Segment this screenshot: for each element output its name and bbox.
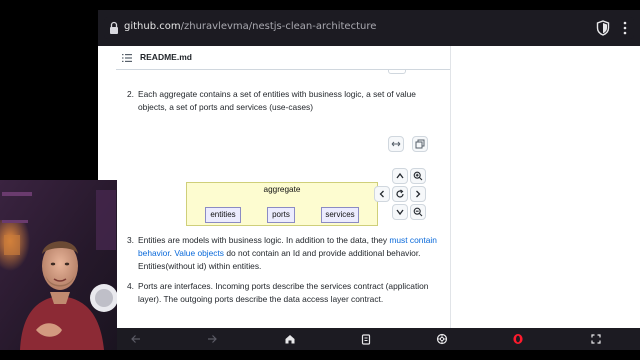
value-objects-link[interactable]: Value objects	[174, 248, 224, 258]
diagram-title: aggregate	[263, 185, 301, 194]
webcam-overlay	[0, 180, 117, 350]
web-page: README.md 2. Each aggregate contains a s…	[98, 46, 640, 328]
url-text: github.com/zhuravlevma/nestjs-clean-arch…	[124, 21, 376, 32]
zoom-in-icon	[413, 171, 423, 181]
settings-icon[interactable]	[436, 333, 448, 345]
readme-title: README.md	[140, 52, 192, 62]
pan-down-button[interactable]	[392, 204, 408, 220]
list-item: 2. Each aggregate contains a set of enti…	[127, 88, 438, 114]
pan-up-button[interactable]	[392, 168, 408, 184]
kebab-menu-icon[interactable]	[622, 20, 628, 36]
right-panel	[450, 46, 640, 328]
expand-icon	[391, 141, 401, 147]
screen: { "browser": { "url_host": "github.com",…	[0, 0, 640, 360]
services-box: services	[321, 207, 359, 223]
entities-box: entities	[205, 207, 241, 223]
chevron-up-icon	[396, 172, 404, 179]
zoom-out-button[interactable]	[410, 204, 426, 220]
copy-icon	[415, 139, 425, 149]
opera-icon[interactable]	[512, 333, 524, 345]
pan-right-button[interactable]	[410, 186, 426, 202]
shield-icon[interactable]	[596, 20, 610, 36]
zoom-out-icon	[413, 207, 423, 217]
pan-left-button[interactable]	[374, 186, 390, 202]
reset-icon	[396, 189, 404, 198]
zoom-in-button[interactable]	[410, 168, 426, 184]
list-number: 4.	[127, 281, 134, 291]
bottom-navigation	[98, 328, 640, 350]
list-number: 2.	[127, 89, 134, 99]
list-icon[interactable]	[122, 54, 132, 62]
fullscreen-icon[interactable]	[590, 333, 602, 345]
list-text-a: Entities are models with business logic.…	[138, 235, 390, 245]
list-item: 4. Ports are interfaces. Incoming ports …	[127, 280, 438, 306]
back-arrow-icon[interactable]	[130, 333, 142, 345]
presenter-video	[0, 180, 117, 350]
browser-window: github.com/zhuravlevma/nestjs-clean-arch…	[98, 10, 640, 350]
copy-button[interactable]	[412, 136, 428, 152]
url-path: /zhuravlevma/nestjs-clean-architecture	[180, 21, 377, 32]
forward-arrow-icon[interactable]	[206, 333, 218, 345]
aggregate-diagram: aggregate entities ports services	[186, 182, 378, 226]
list-item: 3. Entities are models with business log…	[127, 234, 438, 273]
chevron-down-icon	[396, 209, 404, 216]
reset-button[interactable]	[392, 186, 408, 202]
address-bar: github.com/zhuravlevma/nestjs-clean-arch…	[98, 10, 640, 46]
list-text: Each aggregate contains a set of entitie…	[138, 89, 416, 112]
url-host: github.com	[124, 21, 181, 32]
lock-icon	[110, 21, 118, 34]
readme-header: README.md	[116, 46, 450, 70]
home-icon[interactable]	[284, 333, 296, 345]
chevron-left-icon	[379, 190, 384, 198]
tabs-icon[interactable]	[360, 333, 372, 345]
collapsed-control	[388, 70, 406, 74]
expand-button[interactable]	[388, 136, 404, 152]
list-number: 3.	[127, 235, 134, 245]
url-field[interactable]: github.com/zhuravlevma/nestjs-clean-arch…	[104, 17, 634, 39]
list-text: Ports are interfaces. Incoming ports des…	[138, 281, 429, 304]
chevron-right-icon	[416, 190, 421, 198]
ports-box: ports	[267, 207, 295, 223]
